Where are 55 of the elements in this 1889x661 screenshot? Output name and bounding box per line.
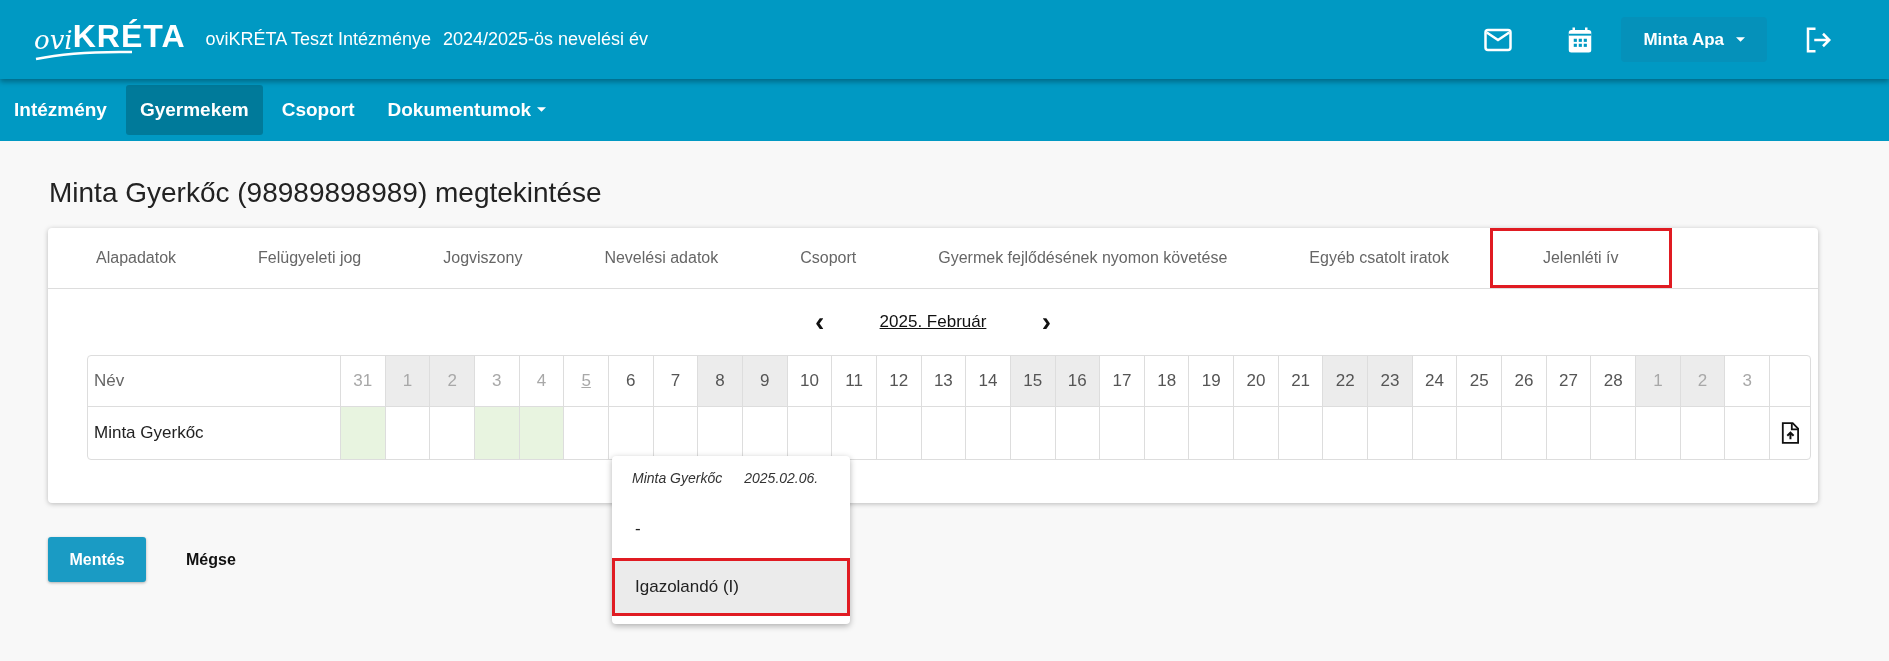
day-header: 12: [876, 356, 922, 407]
day-header: 26: [1502, 356, 1547, 407]
user-menu-button[interactable]: Minta Apa: [1621, 17, 1767, 62]
day-header: 20: [1234, 356, 1279, 407]
day-header: 2: [430, 356, 475, 407]
nav-item[interactable]: Gyermekem: [125, 85, 263, 135]
day-header: 23: [1368, 356, 1413, 407]
day-header: 14: [966, 356, 1011, 407]
tab[interactable]: Jogviszony: [402, 228, 564, 288]
status-option[interactable]: Igazolandó (I): [612, 558, 850, 616]
day-header: 19: [1189, 356, 1235, 407]
previous-month-button[interactable]: ‹: [807, 308, 832, 336]
day-header: 24: [1412, 356, 1458, 407]
day-header: 18: [1144, 356, 1190, 407]
day-header: 15: [1010, 356, 1056, 407]
tab[interactable]: Csoport: [759, 228, 898, 288]
day-header: 2: [1680, 356, 1726, 407]
nav-item[interactable]: Intézmény: [0, 85, 121, 135]
tab[interactable]: Egyéb csatolt iratok: [1268, 228, 1490, 288]
tab[interactable]: Nevelési adatok: [563, 228, 760, 288]
day-header: 3: [1725, 356, 1770, 407]
school-year: 2024/2025-ös nevelési év: [442, 29, 649, 50]
tab[interactable]: Felügyeleti jog: [217, 228, 403, 288]
tab[interactable]: Gyermek fejlődésének nyomon követése: [897, 228, 1269, 288]
day-header: 9: [742, 356, 788, 407]
caret-icon: [1736, 36, 1745, 43]
status-option[interactable]: -: [612, 500, 850, 558]
cancel-button[interactable]: Mégse: [170, 537, 252, 582]
day-header: 16: [1055, 356, 1101, 407]
file-upload-icon[interactable]: [1781, 422, 1799, 444]
page-title: Minta Gyerkőc (98989898989) megtekintése: [49, 177, 603, 209]
column-header: Név: [88, 356, 341, 407]
day-header: 1: [385, 356, 431, 407]
popup-child-name: Minta Gyerkőc: [632, 470, 723, 488]
logo[interactable]: oviKRÉTA: [34, 18, 186, 61]
nav-item[interactable]: Dokumentumok: [373, 85, 561, 135]
day-header: 5: [564, 356, 609, 407]
month-link[interactable]: 2025. Február: [879, 312, 987, 332]
day-header: 22: [1323, 356, 1369, 407]
day-header: 11: [832, 356, 877, 407]
day-header: 6: [608, 356, 654, 407]
day-header: 27: [1546, 356, 1592, 407]
next-month-button[interactable]: ›: [1034, 308, 1059, 336]
institution-name: oviKRÉTA Teszt Intézménye: [205, 29, 431, 50]
nav-item[interactable]: Csoport: [267, 85, 369, 135]
day-header: 1: [1636, 356, 1681, 407]
day-header: 25: [1457, 356, 1503, 407]
day-header: 13: [921, 356, 967, 407]
day-header: 17: [1100, 356, 1145, 407]
save-button[interactable]: Mentés: [48, 537, 146, 582]
day-header: 8: [698, 356, 743, 407]
tab[interactable]: Jelenléti ív: [1489, 228, 1672, 288]
popup-date: 2025.02.06.: [744, 470, 819, 488]
tab[interactable]: Alapadatok: [55, 228, 218, 288]
day-header: 10: [787, 356, 833, 407]
